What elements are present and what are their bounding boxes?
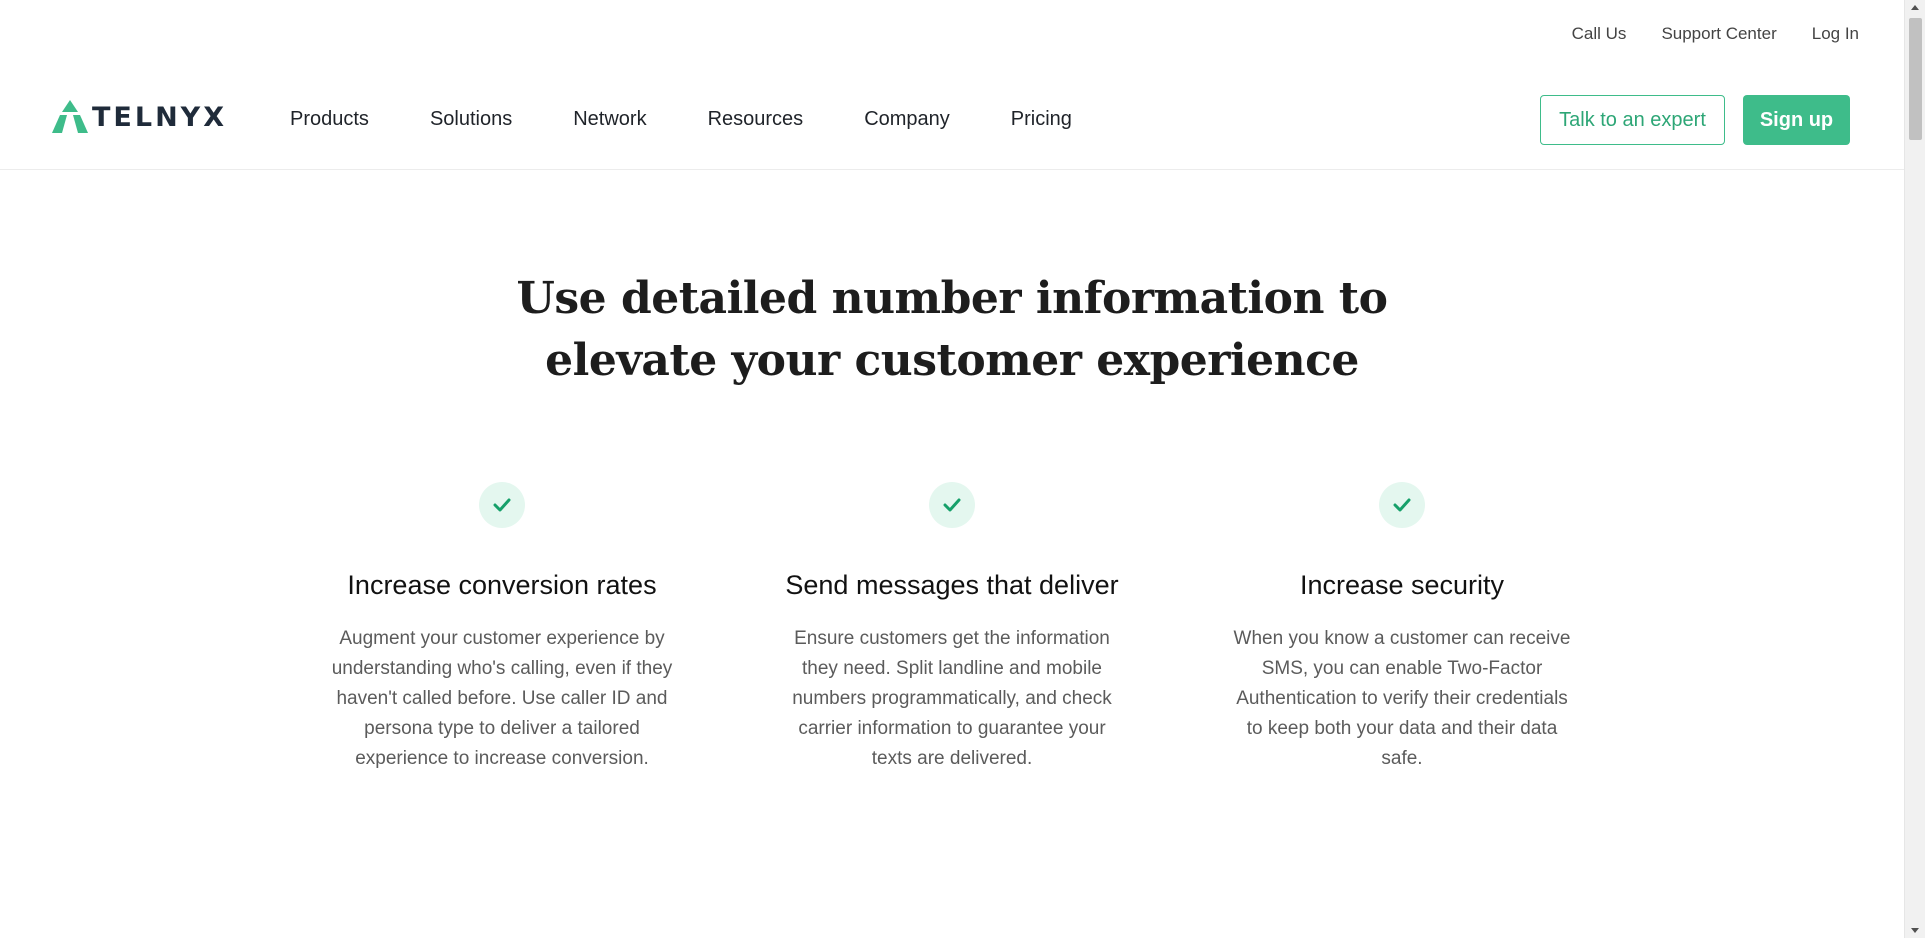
sign-up-button[interactable]: Sign up xyxy=(1743,95,1850,145)
feature-title: Increase security xyxy=(1299,570,1505,600)
feature-title: Send messages that deliver xyxy=(785,570,1119,600)
nav-item-company[interactable]: Company xyxy=(864,108,950,131)
feature-messages: Send messages that deliver Ensure custom… xyxy=(772,482,1132,774)
headline-line-2: elevate your customer experience xyxy=(545,335,1359,386)
feature-description: When you know a customer can receive SMS… xyxy=(1233,628,1571,769)
feature-title: Increase conversion rates xyxy=(347,570,657,600)
scroll-thumb[interactable] xyxy=(1909,18,1922,140)
feature-security: Increase security When you know a custom… xyxy=(1222,482,1582,774)
vertical-scrollbar[interactable] xyxy=(1904,0,1925,938)
support-center-link[interactable]: Support Center xyxy=(1661,24,1776,44)
log-in-link[interactable]: Log In xyxy=(1812,24,1859,44)
talk-to-expert-button[interactable]: Talk to an expert xyxy=(1540,95,1725,145)
headline-line-1: Use detailed number information to xyxy=(516,273,1388,324)
check-icon xyxy=(929,482,975,528)
page-title: Use detailed number information to eleva… xyxy=(452,268,1452,392)
feature-conversion: Increase conversion rates Augment your c… xyxy=(322,482,682,774)
nav-item-network[interactable]: Network xyxy=(573,108,646,131)
logo-text: TELNYX xyxy=(92,101,228,133)
feature-description: Ensure customers get the information the… xyxy=(792,628,1112,769)
check-icon xyxy=(1379,482,1425,528)
feature-description: Augment your customer experience by unde… xyxy=(331,628,673,769)
nav-item-resources[interactable]: Resources xyxy=(708,108,804,131)
header-divider xyxy=(0,169,1904,170)
call-us-link[interactable]: Call Us xyxy=(1572,24,1627,44)
check-icon xyxy=(479,482,525,528)
logo-mark-icon xyxy=(52,100,88,133)
main-nav: Products Solutions Network Resources Com… xyxy=(290,108,1072,131)
nav-item-products[interactable]: Products xyxy=(290,108,369,131)
scroll-down-arrow-icon[interactable] xyxy=(1911,928,1919,933)
scroll-up-arrow-icon[interactable] xyxy=(1911,5,1919,10)
nav-item-pricing[interactable]: Pricing xyxy=(1011,108,1072,131)
utility-nav: Call Us Support Center Log In xyxy=(1572,24,1859,44)
page: Call Us Support Center Log In TELNYX Pro… xyxy=(0,0,1904,938)
nav-item-solutions[interactable]: Solutions xyxy=(430,108,512,131)
telnyx-logo[interactable]: TELNYX xyxy=(52,100,227,134)
